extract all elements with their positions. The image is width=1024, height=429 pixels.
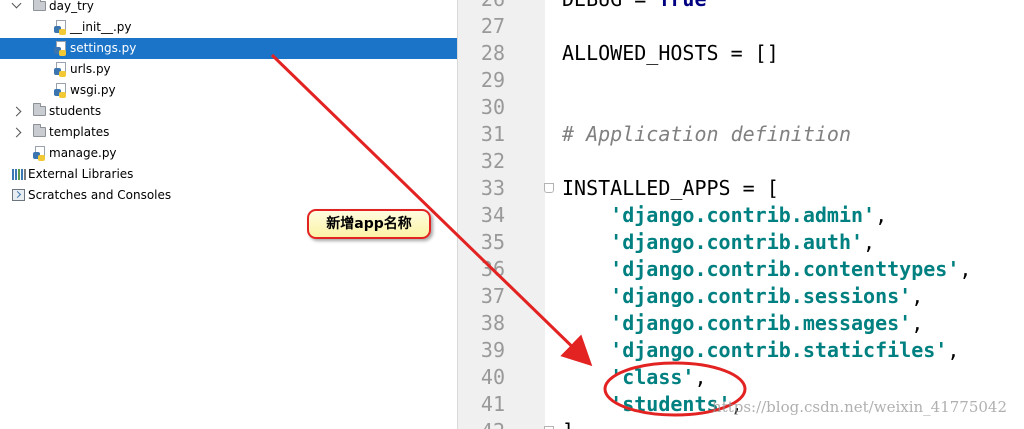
tree-item-label: urls.py bbox=[70, 62, 111, 76]
line-number: 28 bbox=[480, 41, 505, 65]
string-literal: 'django.contrib.auth' bbox=[610, 230, 864, 254]
string-literal: 'django.contrib.sessions' bbox=[610, 284, 912, 308]
python-file-icon bbox=[54, 83, 68, 98]
string-literal: 'django.contrib.messages' bbox=[610, 311, 912, 335]
line-number: 42 bbox=[457, 418, 505, 429]
code-token: ALLOWED_HOSTS = [] bbox=[562, 41, 779, 65]
code-token: , bbox=[911, 284, 924, 308]
string-literal: 'django.contrib.contenttypes' bbox=[610, 257, 960, 281]
line-number: 33 bbox=[480, 176, 505, 200]
tree-item-label: External Libraries bbox=[28, 167, 134, 181]
code-line: 'class', bbox=[562, 364, 707, 391]
tree-item-templates[interactable]: templates bbox=[0, 122, 457, 143]
code-line: DEBUG = True bbox=[562, 0, 707, 13]
tree-item-init-py[interactable]: __init__.py bbox=[0, 17, 457, 38]
code-line: INSTALLED_APPS = [ bbox=[562, 175, 779, 202]
code-token: True bbox=[658, 0, 706, 11]
python-file-icon bbox=[54, 62, 68, 77]
tree-item-label: wsgi.py bbox=[70, 83, 116, 97]
line-number: 34 bbox=[480, 203, 505, 227]
python-file-icon bbox=[54, 20, 68, 35]
ide-window: day_try __init__.py settings.py urls.py wsgi… bbox=[0, 0, 1024, 429]
chevron-right-icon[interactable] bbox=[11, 127, 22, 138]
code-token: , bbox=[911, 311, 924, 335]
code-line: 'django.contrib.messages', bbox=[562, 310, 923, 337]
line-number: 35 bbox=[480, 230, 505, 254]
line-number: 38 bbox=[480, 311, 505, 335]
fold-marker-icon[interactable] bbox=[544, 183, 554, 193]
tree-item-label: manage.py bbox=[49, 146, 117, 160]
code-line: ALLOWED_HOSTS = [] bbox=[562, 40, 779, 67]
watermark-text: https://blog.csdn.net/weixin_41775042 bbox=[712, 398, 1008, 416]
tree-item-settings-py[interactable]: settings.py bbox=[0, 38, 457, 59]
tree-item-label: students bbox=[49, 104, 102, 118]
tree-item-day-try[interactable]: day_try bbox=[0, 0, 457, 17]
code-line: 'django.contrib.auth', bbox=[562, 229, 875, 256]
string-literal: 'django.contrib.admin' bbox=[610, 203, 876, 227]
tree-item-label: day_try bbox=[49, 0, 94, 13]
code-line: ] bbox=[562, 418, 574, 429]
line-number: 29 bbox=[480, 68, 505, 92]
code-line: 'django.contrib.sessions', bbox=[562, 283, 923, 310]
tree-item-label: templates bbox=[49, 125, 110, 139]
line-number: 39 bbox=[480, 338, 505, 362]
folder-icon bbox=[33, 103, 46, 116]
tree-item-label: Scratches and Consoles bbox=[28, 188, 172, 202]
folder-icon bbox=[33, 0, 46, 11]
code-token: , bbox=[863, 230, 876, 254]
code-line: 'django.contrib.staticfiles', bbox=[562, 337, 959, 364]
library-icon bbox=[12, 169, 26, 180]
python-file-icon bbox=[54, 41, 68, 56]
line-number: 41 bbox=[480, 392, 505, 416]
line-number: 31 bbox=[480, 122, 505, 146]
code-line: # Application definition bbox=[562, 121, 851, 148]
string-literal: 'class' bbox=[610, 365, 695, 389]
code-token: , bbox=[959, 257, 972, 281]
code-token: , bbox=[694, 365, 707, 389]
line-number: 36 bbox=[480, 257, 505, 281]
code-token: ] bbox=[562, 419, 574, 429]
folder-icon bbox=[33, 124, 46, 137]
annotation-callout: 新增app名称 bbox=[307, 209, 431, 239]
tree-item-scratches-and-consoles[interactable]: Scratches and Consoles bbox=[0, 185, 457, 206]
python-file-icon bbox=[33, 146, 47, 161]
code-line: 'django.contrib.admin', bbox=[562, 202, 887, 229]
code-token: DEBUG = bbox=[562, 0, 658, 11]
tree-item-urls-py[interactable]: urls.py bbox=[0, 59, 457, 80]
tree-item-manage-py[interactable]: manage.py bbox=[0, 143, 457, 164]
scratches-icon bbox=[12, 189, 25, 201]
code-token: INSTALLED_APPS = [ bbox=[562, 176, 779, 200]
chevron-right-icon[interactable] bbox=[11, 106, 22, 117]
code-comment: # Application definition bbox=[562, 122, 851, 146]
tree-item-wsgi-py[interactable]: wsgi.py bbox=[0, 80, 457, 101]
line-number: 30 bbox=[480, 95, 505, 119]
line-number: 26 bbox=[457, 0, 505, 13]
line-number: 27 bbox=[480, 14, 505, 38]
tree-item-label: settings.py bbox=[70, 41, 137, 55]
code-line: 'django.contrib.contenttypes', bbox=[562, 256, 971, 283]
code-token: , bbox=[875, 203, 888, 227]
line-number: 40 bbox=[480, 365, 505, 389]
string-literal: 'django.contrib.staticfiles' bbox=[610, 338, 948, 362]
chevron-down-icon[interactable] bbox=[11, 0, 22, 9]
line-number: 37 bbox=[480, 284, 505, 308]
tree-item-label: __init__.py bbox=[70, 20, 132, 34]
tree-item-students[interactable]: students bbox=[0, 101, 457, 122]
tree-item-external-libraries[interactable]: External Libraries bbox=[0, 164, 457, 185]
line-number: 32 bbox=[480, 149, 505, 173]
code-token: , bbox=[947, 338, 960, 362]
